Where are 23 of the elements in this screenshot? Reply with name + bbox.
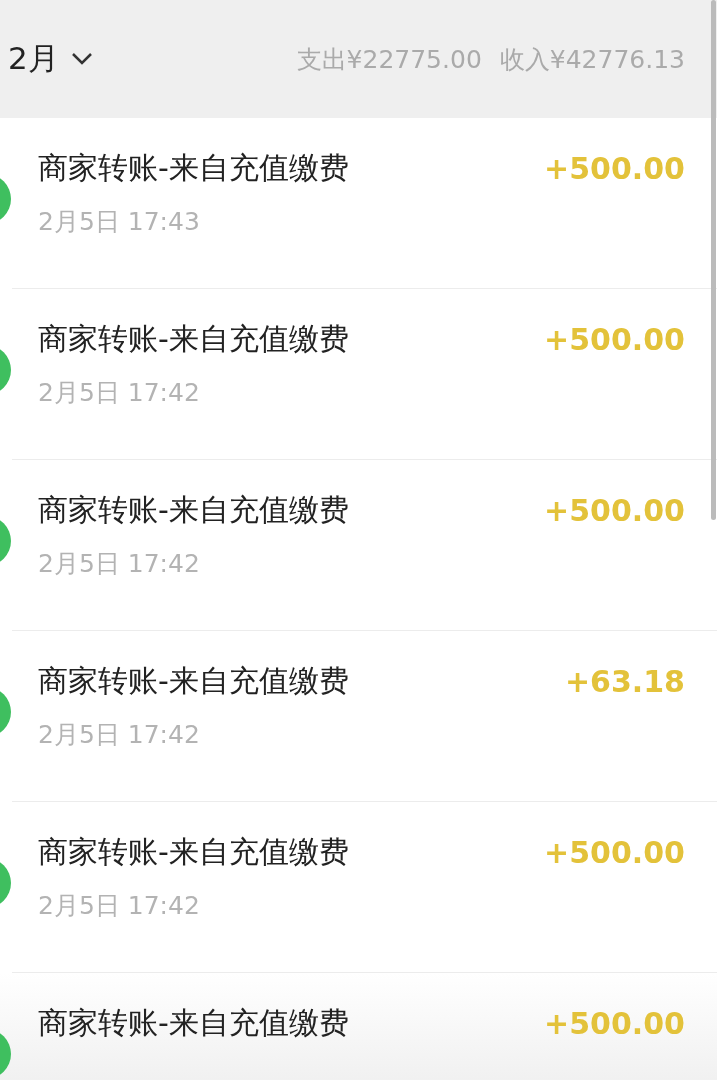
expense-total: 支出¥22775.00 [296,43,482,76]
transaction-amount: +500.00 [544,322,685,357]
transaction-amount: +500.00 [544,1006,685,1041]
transaction-title: 商家转账-来自充值缴费 [38,662,349,700]
transaction-time: 2月5日 17:43 [38,206,201,238]
chevron-down-icon[interactable] [70,52,93,66]
scrollbar[interactable] [711,0,716,520]
transaction-time: 2月5日 17:42 [38,890,201,922]
transaction-title: 商家转账-来自充值缴费 [38,833,349,871]
transaction-amount: +500.00 [544,493,685,528]
month-selector[interactable]: 2月 [8,38,59,80]
transaction-title: 商家转账-来自充值缴费 [38,320,349,358]
income-total: 收入¥42776.13 [499,43,685,76]
transaction-time: 2月5日 17:42 [38,377,201,409]
transaction-amount: +500.00 [544,835,685,870]
transaction-amount: +500.00 [544,151,685,186]
transaction-amount: +63.18 [564,664,685,699]
transaction-time: 2月5日 17:42 [38,548,201,580]
transaction-title: 商家转账-来自充值缴费 [38,1004,349,1042]
transaction-title: 商家转账-来自充值缴费 [38,149,349,187]
transaction-title: 商家转账-来自充值缴费 [38,491,349,529]
transaction-time: 2月5日 17:42 [38,719,201,751]
transaction-row[interactable]: 商家转账-来自充值缴费 +63.18 2月5日 17:42 [0,631,717,802]
